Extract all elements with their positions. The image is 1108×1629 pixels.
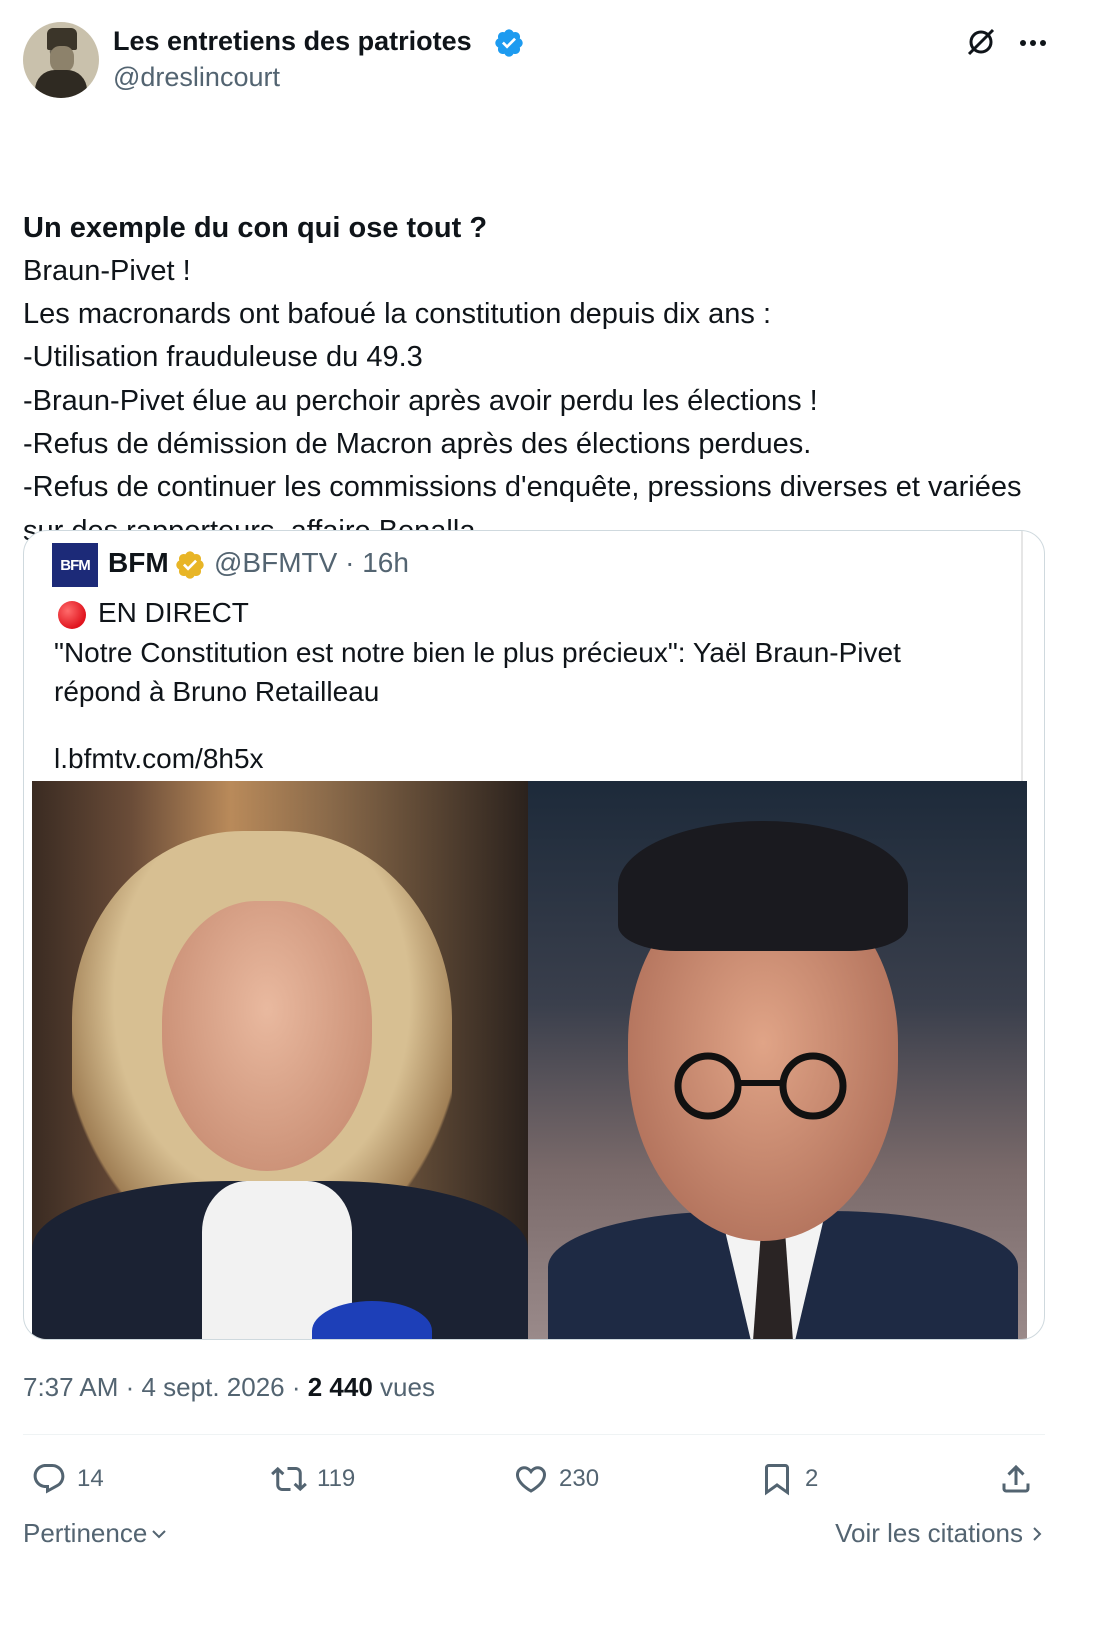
reply-icon	[33, 1464, 65, 1494]
live-dot-icon	[58, 601, 86, 629]
bookmark-count: 2	[805, 1465, 819, 1492]
view-quotes-link[interactable]: Voir les citations	[835, 1518, 1045, 1549]
share-button[interactable]	[998, 1455, 1034, 1503]
author-name[interactable]: Les entretiens des patriotes	[113, 26, 472, 57]
time-date[interactable]: 7:37 AM · 4 sept. 2026 ·	[23, 1372, 308, 1402]
bookmark-button[interactable]: 2	[759, 1455, 818, 1503]
divider	[23, 1434, 1045, 1435]
quoted-tweet-card[interactable]: BFM BFM @BFMTV · 16h EN DIRECT "Notre Co…	[23, 530, 1045, 1340]
photo-woman	[32, 781, 528, 1339]
grok-icon[interactable]	[963, 24, 999, 60]
quotes-label: Voir les citations	[835, 1518, 1023, 1548]
quoted-meta: @BFMTV · 16h	[214, 547, 409, 578]
verified-icon	[495, 29, 523, 57]
views-label: vues	[372, 1372, 435, 1402]
bfm-logo: BFM	[52, 543, 98, 587]
tweet-lead: Un exemple du con qui ose tout ?	[23, 211, 488, 244]
reply-count: 14	[77, 1465, 104, 1492]
author-handle[interactable]: @dreslincourt	[113, 62, 280, 93]
quoted-screenshot: BFM BFM @BFMTV · 16h EN DIRECT "Notre Co…	[28, 531, 1027, 1339]
quoted-author-name: BFM	[108, 547, 169, 578]
action-bar: 14 119 230 2	[23, 1455, 1045, 1503]
gold-verified-icon	[176, 551, 204, 579]
live-label: EN DIRECT	[98, 597, 249, 628]
repost-icon	[271, 1466, 307, 1492]
avatar[interactable]	[23, 22, 99, 98]
photo-man	[528, 781, 1027, 1339]
like-button[interactable]: 230	[513, 1455, 599, 1503]
sort-label: Pertinence	[23, 1518, 148, 1548]
chevron-down-icon	[152, 1529, 167, 1538]
quoted-link: l.bfmtv.com/8h5x	[54, 743, 264, 774]
like-icon	[515, 1466, 547, 1493]
share-icon	[1002, 1464, 1030, 1493]
repost-button[interactable]: 119	[271, 1455, 355, 1503]
tweet-header: Les entretiens des patriotes @dreslincou…	[23, 22, 1085, 98]
like-count: 230	[559, 1465, 600, 1492]
quoted-text: "Notre Constitution est notre bien le pl…	[54, 637, 901, 707]
views-count: 2 440	[307, 1372, 373, 1402]
more-icon[interactable]	[1015, 28, 1051, 58]
reply-button[interactable]: 14	[31, 1455, 104, 1503]
quoted-photos	[32, 781, 1027, 1339]
bookmark-icon	[765, 1464, 789, 1496]
repost-count: 119	[317, 1465, 356, 1492]
tweet-timestamp: 7:37 AM · 4 sept. 2026 · 2 440 vues	[23, 1372, 435, 1403]
chevron-right-icon	[1033, 1526, 1042, 1541]
sort-dropdown[interactable]: Pertinence	[23, 1518, 169, 1549]
